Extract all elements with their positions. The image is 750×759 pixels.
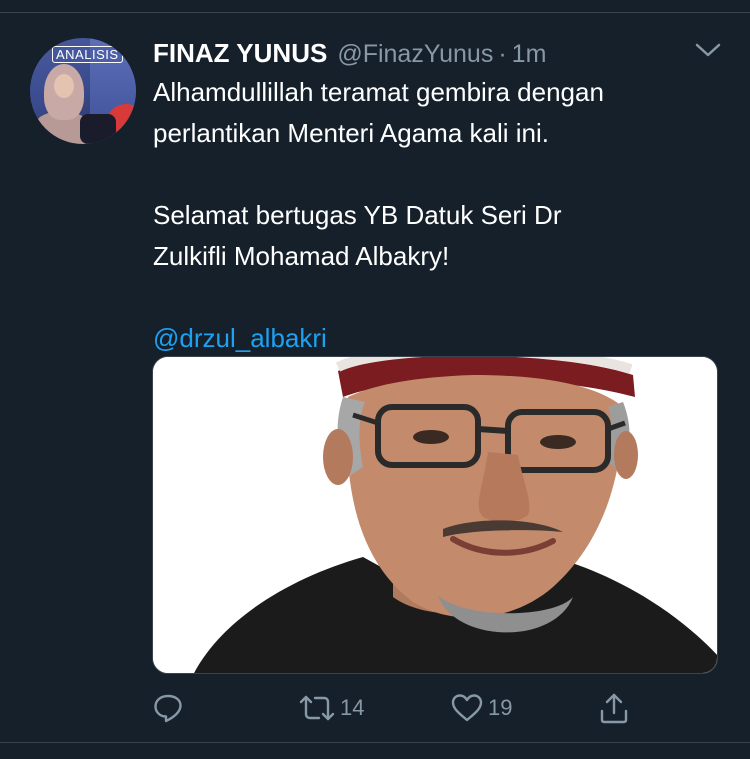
retweet-button[interactable]: 14 <box>298 688 364 728</box>
chevron-down-icon[interactable] <box>694 40 722 60</box>
tweet-text: Alhamdullillah teramat gembira dengan pe… <box>153 72 723 359</box>
tweet-header: FINAZ YUNUS @FinazYunus · 1m <box>153 38 546 68</box>
share-icon <box>600 693 628 724</box>
like-count: 19 <box>488 695 513 720</box>
tweet-text-line: perlantikan Menteri Agama kali ini. <box>153 118 549 148</box>
bottom-divider <box>0 742 750 743</box>
photo-portrait-illustration <box>153 357 717 673</box>
tweet-text-gap <box>153 277 723 318</box>
tweet-text-line: Selamat bertugas YB Datuk Seri Dr <box>153 200 562 230</box>
top-divider <box>0 12 750 13</box>
header-separator: · <box>498 40 507 68</box>
tweet-photo[interactable] <box>152 356 718 674</box>
tweet-text-gap <box>153 154 723 195</box>
tweet-text-line: Alhamdullillah teramat gembira dengan <box>153 77 604 107</box>
tweet-actions: 14 19 <box>152 688 642 728</box>
reply-icon <box>154 694 182 723</box>
author-name[interactable]: FINAZ YUNUS <box>153 38 327 69</box>
mention-link[interactable]: @drzul_albakri <box>153 318 723 359</box>
like-button[interactable]: 19 <box>450 688 512 728</box>
heart-icon <box>451 694 483 722</box>
share-button[interactable] <box>598 688 634 728</box>
avatar-sign-text: ANALISIS <box>52 46 123 63</box>
retweet-count: 14 <box>340 695 365 720</box>
reply-button[interactable] <box>152 688 188 728</box>
tweet-text-line: Zulkifli Mohamad Albakry! <box>153 241 450 271</box>
tweet-timestamp[interactable]: 1m <box>512 40 547 69</box>
retweet-icon <box>299 695 335 721</box>
avatar[interactable]: ANALISIS <box>30 38 136 144</box>
author-handle[interactable]: @FinazYunus <box>337 40 493 69</box>
